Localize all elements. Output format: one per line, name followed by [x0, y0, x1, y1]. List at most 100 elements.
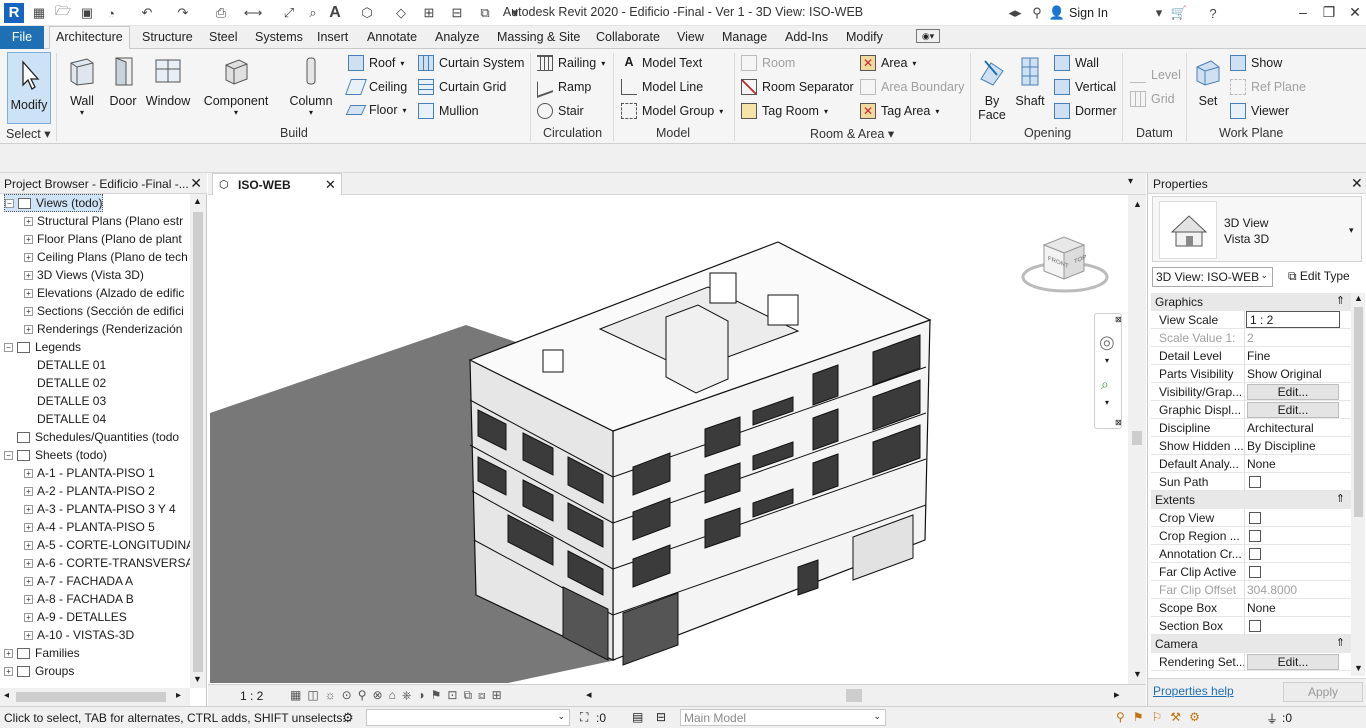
- expand-toggle-icon[interactable]: +: [24, 576, 33, 586]
- wall-opening-button[interactable]: Wall: [1054, 55, 1099, 71]
- property-checkbox[interactable]: [1249, 476, 1261, 488]
- view-scroll-up-icon[interactable]: ▲: [1133, 199, 1142, 209]
- property-value[interactable]: Show Original: [1247, 367, 1353, 381]
- property-group-graphics[interactable]: Graphics ⇑: [1151, 293, 1355, 311]
- shaft-button[interactable]: Shaft: [1012, 55, 1048, 108]
- expand-toggle-icon[interactable]: −: [4, 450, 13, 460]
- user-icon[interactable]: 👤: [1048, 4, 1066, 22]
- browser-node[interactable]: − Legends: [4, 338, 81, 356]
- building-3d-model[interactable]: [208, 195, 1128, 683]
- modify-button[interactable]: Modify: [7, 52, 51, 124]
- vertical-opening-button[interactable]: Vertical: [1054, 79, 1116, 95]
- curtain-grid-button[interactable]: Curtain Grid: [418, 79, 506, 95]
- selection-settings-icons[interactable]: ⚲⚑⚐⚒⚙: [1116, 710, 1208, 724]
- browser-node[interactable]: + Sections (Sección de edifici: [24, 302, 184, 320]
- editable-only-icon[interactable]: ⛶: [580, 710, 588, 725]
- design-option-select[interactable]: Main Model ⌄: [680, 709, 886, 726]
- tab-steel[interactable]: Steel: [209, 30, 238, 44]
- scroll-thumb[interactable]: [193, 212, 203, 672]
- tag-area-button[interactable]: ✕ Tag Area ▾: [860, 103, 939, 119]
- browser-node[interactable]: + Ceiling Plans (Plano de tech: [24, 248, 188, 266]
- properties-help-link[interactable]: Properties help: [1153, 684, 1234, 698]
- exclude-options-icon[interactable]: ⊟: [656, 710, 666, 724]
- window-button[interactable]: Window: [144, 55, 192, 108]
- browser-node[interactable]: − Sheets (todo): [4, 446, 107, 464]
- cart-icon[interactable]: 🛒: [1170, 4, 1188, 22]
- select-panel-label[interactable]: Select ▾: [6, 126, 51, 141]
- browser-node[interactable]: + A-5 - CORTE-LONGITUDINA: [24, 536, 190, 554]
- browser-node[interactable]: + A-10 - VISTAS-3D: [24, 626, 134, 644]
- worksets-icon[interactable]: ⚙: [342, 710, 354, 726]
- type-dropdown-icon[interactable]: ▾: [1349, 225, 1354, 236]
- tab-view[interactable]: View: [677, 30, 704, 44]
- area-boundary-button[interactable]: Area Boundary: [860, 79, 964, 95]
- property-row[interactable]: Sun Path: [1151, 473, 1355, 491]
- props-scroll-up-icon[interactable]: ▲: [1354, 293, 1363, 303]
- view-scale-control[interactable]: 1 : 2: [240, 689, 263, 703]
- view-vertical-scrollbar[interactable]: ▲ ▼: [1128, 195, 1146, 684]
- property-row[interactable]: Discipline Architectural: [1151, 419, 1355, 437]
- expand-toggle-icon[interactable]: +: [24, 468, 33, 478]
- tab-collaborate[interactable]: Collaborate: [596, 30, 660, 44]
- expand-toggle-icon[interactable]: +: [24, 486, 33, 496]
- property-row[interactable]: Show Hidden ... By Discipline: [1151, 437, 1355, 455]
- expand-toggle-icon[interactable]: +: [24, 522, 33, 532]
- view-hscroll-left-icon[interactable]: ◂: [586, 688, 592, 701]
- props-scroll-thumb[interactable]: [1354, 307, 1363, 517]
- browser-node[interactable]: + A-4 - PLANTA-PISO 5: [24, 518, 155, 536]
- roof-button[interactable]: Roof ▾: [348, 55, 404, 71]
- model-group-button[interactable]: Model Group ▾: [621, 103, 723, 119]
- property-edit-button[interactable]: Edit...: [1247, 402, 1339, 418]
- browser-node[interactable]: + A-6 - CORTE-TRANSVERSA: [24, 554, 190, 572]
- scroll-up-icon[interactable]: ▲: [193, 196, 202, 206]
- tab-systems[interactable]: Systems: [255, 30, 303, 44]
- zoom-dropdown-icon[interactable]: ▾: [1105, 398, 1109, 407]
- expand-toggle-icon[interactable]: +: [24, 252, 33, 262]
- close-button[interactable]: ✕: [1344, 4, 1366, 22]
- view-control-icons[interactable]: ▦◫☼⊙⚲⊗⌂⎈◑⚑⊡⧉⧈⊞: [290, 688, 508, 703]
- property-row[interactable]: Scale Value 1: 2: [1151, 329, 1355, 347]
- tag-room-button[interactable]: Tag Room ▾: [741, 103, 828, 119]
- view-tab-iso-web[interactable]: ⬡ ISO-WEB ✕: [212, 173, 342, 195]
- room-separator-button[interactable]: Room Separator: [741, 79, 854, 95]
- instance-filter-select[interactable]: 3D View: ISO-WEB ⌄: [1152, 267, 1273, 287]
- ramp-button[interactable]: Ramp: [537, 76, 591, 98]
- browser-node[interactable]: +3D Views (Vista 3D): [24, 266, 144, 284]
- show-work-plane-button[interactable]: Show: [1230, 55, 1282, 71]
- tab-add-ins[interactable]: Add-Ins: [785, 30, 828, 44]
- view-hscroll-thumb[interactable]: [846, 689, 862, 702]
- set-work-plane-button[interactable]: Set: [1192, 55, 1224, 108]
- by-face-button[interactable]: By Face: [976, 55, 1008, 122]
- viewer-button[interactable]: Viewer: [1230, 103, 1289, 119]
- properties-close-icon[interactable]: ✕: [1351, 175, 1363, 192]
- browser-node[interactable]: + Structural Plans (Plano estr: [24, 212, 183, 230]
- property-checkbox[interactable]: [1249, 548, 1261, 560]
- tab-massing-site[interactable]: Massing & Site: [497, 30, 580, 44]
- property-row[interactable]: Detail Level Fine: [1151, 347, 1355, 365]
- wall-button[interactable]: Wall ▾: [64, 55, 100, 117]
- mullion-button[interactable]: Mullion: [418, 103, 479, 119]
- property-checkbox[interactable]: [1249, 566, 1261, 578]
- chevron-down-icon[interactable]: ▾: [1150, 4, 1168, 22]
- model-text-button[interactable]: A Model Text: [621, 55, 702, 71]
- browser-node[interactable]: + A-3 - PLANTA-PISO 3 Y 4: [24, 500, 176, 518]
- tab-manage[interactable]: Manage: [722, 30, 767, 44]
- browser-node[interactable]: − Views (todo): [4, 194, 104, 212]
- expand-toggle-icon[interactable]: +: [24, 594, 33, 604]
- railing-button[interactable]: Railing ▾: [537, 55, 605, 71]
- browser-node[interactable]: + A-7 - FACHADA A: [24, 572, 133, 590]
- expand-toggle-icon[interactable]: +: [24, 216, 33, 226]
- expand-toggle-icon[interactable]: +: [24, 504, 33, 514]
- filter-icon[interactable]: ⏚: [1266, 710, 1278, 727]
- view-scroll-thumb[interactable]: [1132, 431, 1142, 445]
- browser-node[interactable]: + Families: [4, 644, 80, 662]
- expand-toggle-icon[interactable]: −: [5, 198, 14, 208]
- search-icon[interactable]: ⚲: [1028, 4, 1046, 22]
- design-options-icon[interactable]: ▤: [632, 710, 643, 724]
- tab-structure[interactable]: Structure: [142, 30, 193, 44]
- property-row[interactable]: Default Analy... None: [1151, 455, 1355, 473]
- dormer-button[interactable]: Dormer: [1054, 103, 1117, 119]
- close-tab-icon[interactable]: ✕: [325, 177, 336, 193]
- property-checkbox[interactable]: [1249, 512, 1261, 524]
- view-hscroll-right-icon[interactable]: ▸: [1114, 688, 1120, 701]
